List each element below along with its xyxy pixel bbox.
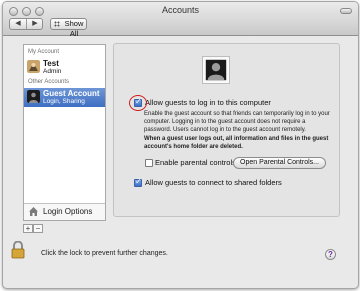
house-icon	[29, 207, 38, 216]
show-all-label: Show All	[64, 19, 84, 38]
login-options-item[interactable]: Login Options	[24, 203, 105, 220]
remove-account-button[interactable]: −	[33, 224, 43, 233]
my-account-header: My Account	[28, 49, 60, 55]
accounts-list[interactable]: My Account Test Admin Other Accounts Gue…	[23, 44, 106, 221]
user-avatar-icon	[27, 60, 40, 73]
window-title: Accounts	[161, 5, 200, 15]
parental-controls-checkbox[interactable]	[145, 159, 153, 167]
open-parental-controls-button[interactable]: Open Parental Controls...	[233, 157, 326, 169]
account-name: Test	[43, 59, 59, 68]
account-item-guest[interactable]: Guest Account Login, Sharing	[24, 88, 105, 107]
annotation-circle	[129, 95, 147, 111]
guest-silhouette-icon	[27, 90, 40, 103]
account-name: Guest Account	[43, 89, 100, 98]
grid-icon	[54, 21, 60, 27]
lock-icon[interactable]	[11, 241, 25, 259]
back-button[interactable]: ◀	[10, 19, 26, 29]
account-item-test[interactable]: Test Admin	[24, 58, 105, 77]
lock-message: Click the lock to prevent further change…	[41, 250, 168, 257]
forward-button[interactable]: ▶	[27, 19, 43, 29]
add-account-button[interactable]: +	[23, 224, 33, 233]
login-options-label: Login Options	[43, 207, 93, 216]
guest-warning: When a guest user logs out, all informat…	[144, 136, 329, 150]
parental-controls-label: Enable parental controls	[155, 158, 236, 167]
toolbar-toggle-button[interactable]	[340, 8, 352, 14]
allow-guest-login-label: Allow guests to log in to this computer	[145, 98, 271, 107]
other-accounts-header: Other Accounts	[28, 79, 70, 85]
shared-folders-checkbox[interactable]	[134, 177, 142, 187]
back-forward-control: ◀ ▶	[9, 18, 43, 30]
shared-folders-label: Allow guests to connect to shared folder…	[145, 178, 282, 187]
account-role: Admin	[43, 68, 62, 75]
guest-description: Enable the guest account so that friends…	[144, 111, 330, 133]
show-all-button[interactable]: Show All	[50, 18, 87, 38]
help-button[interactable]: ?	[325, 249, 336, 260]
account-status: Login, Sharing	[43, 98, 85, 105]
guest-avatar-icon	[202, 56, 230, 84]
